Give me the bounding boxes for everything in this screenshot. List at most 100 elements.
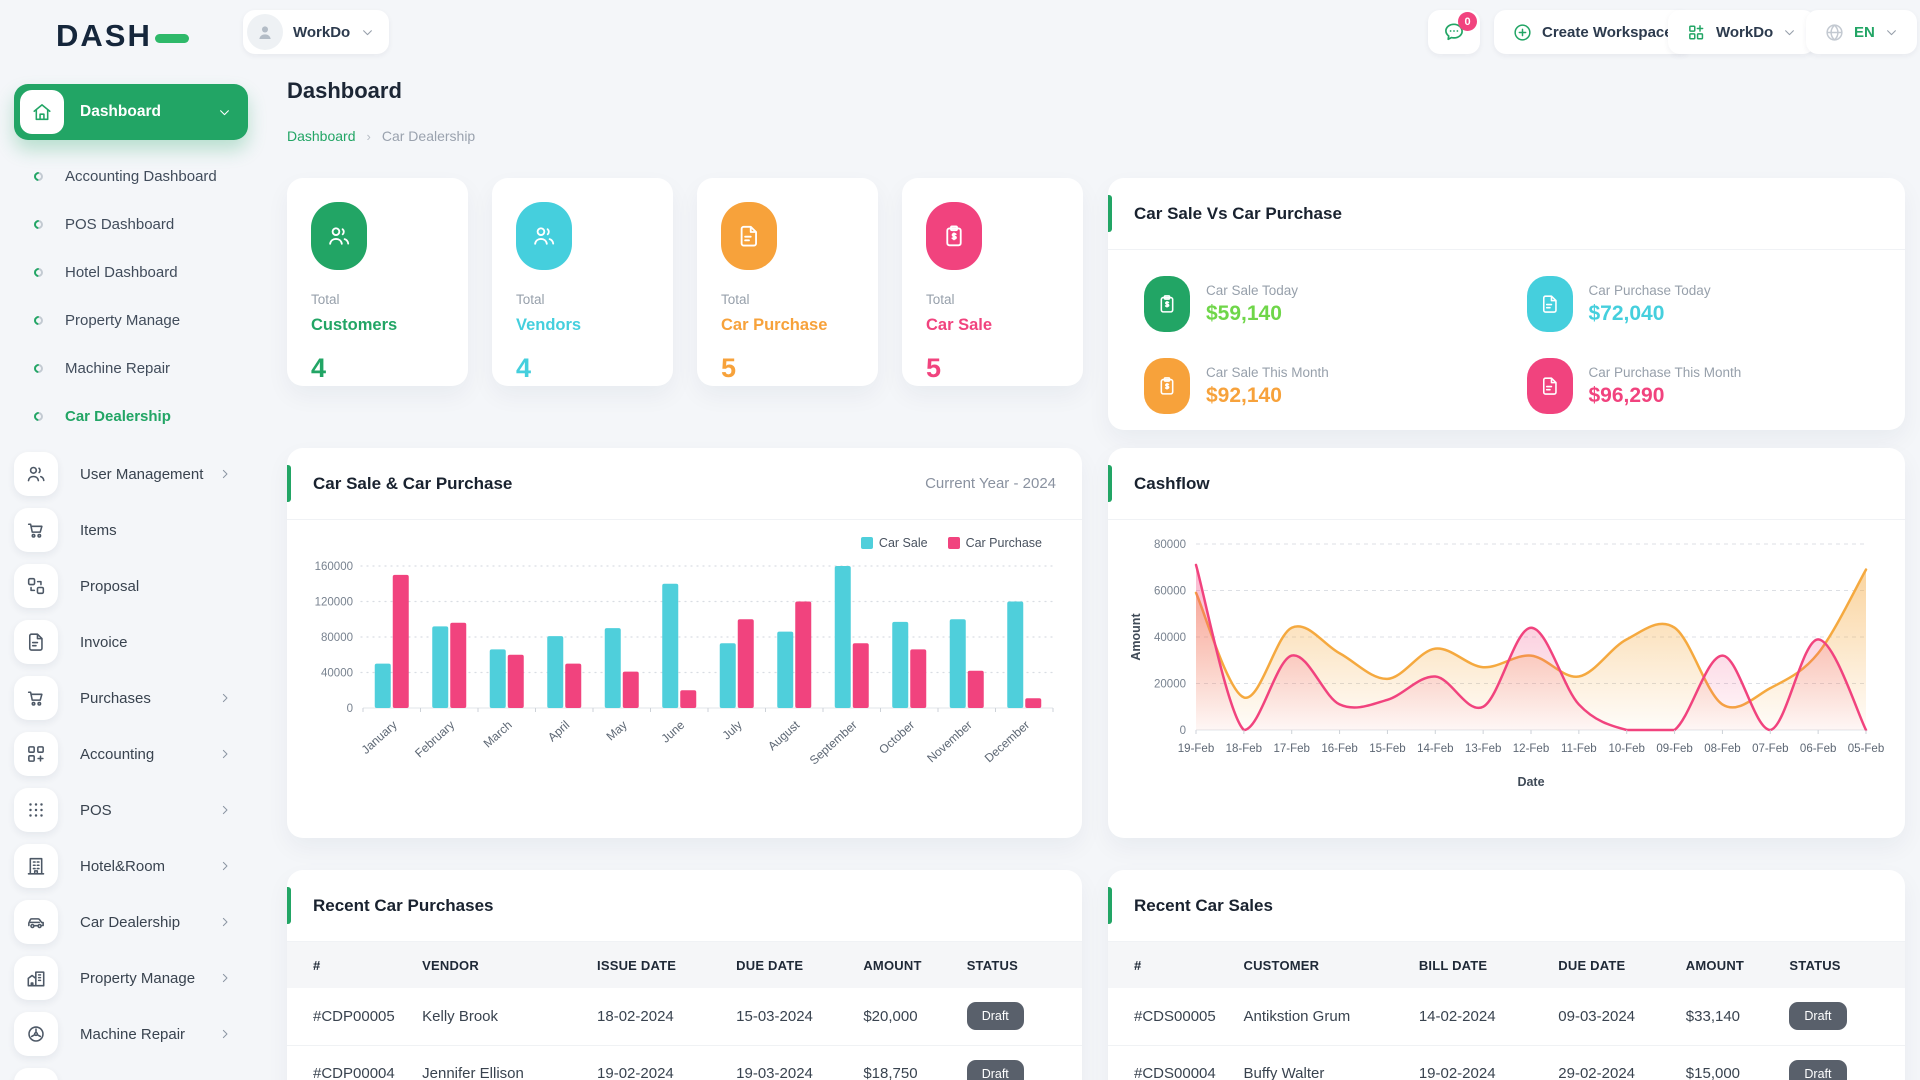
- workdo-menu-button[interactable]: WorkDo: [1668, 10, 1815, 54]
- svg-text:10-Feb: 10-Feb: [1608, 743, 1644, 755]
- sidebar-item-label: Car Dealership: [80, 914, 180, 931]
- sidebar-item-label: Purchases: [80, 690, 151, 707]
- legend-item-car-purchase[interactable]: Car Purchase: [948, 536, 1042, 550]
- property-icon-box: [14, 956, 58, 1000]
- sidebar-item-label: Accounting: [80, 746, 154, 763]
- sidebar-item-label: POS: [80, 802, 112, 819]
- sidebar-subitem-car-dealership[interactable]: Car Dealership: [0, 392, 268, 440]
- header-accent-bar: [287, 465, 291, 502]
- svg-text:05-Feb: 05-Feb: [1848, 743, 1884, 755]
- sidebar-item-accounting[interactable]: Accounting: [0, 726, 268, 782]
- sidebar-item-label: Machine Repair: [80, 1026, 185, 1043]
- invoice-icon-box: [14, 620, 58, 664]
- sidebar-item-machine-repair[interactable]: Machine Repair: [0, 1006, 268, 1062]
- sidebar-menu: User Management ItemsProposalInvoice Purch…: [0, 446, 268, 1080]
- sidebar-item-items[interactable]: Items: [0, 502, 268, 558]
- card-header: Recent Car Purchases: [287, 870, 1082, 942]
- sidebar-subitem-pos-dashboard[interactable]: POS Dashboard: [0, 200, 268, 248]
- chart-subtitle: Current Year - 2024: [925, 475, 1056, 492]
- sidebar-item-dashboard[interactable]: Dashboard: [14, 84, 248, 140]
- language-button[interactable]: EN: [1806, 10, 1917, 54]
- sidebar-subitem-accounting-dashboard[interactable]: Accounting Dashboard: [0, 152, 268, 200]
- svp-value: $72,040: [1589, 302, 1711, 326]
- messages-button[interactable]: 0: [1428, 10, 1480, 54]
- recent-sales-table: #CUSTOMERBILL DATEDUE DATEAMOUNTSTATUS #…: [1108, 942, 1905, 1080]
- legend-label: Car Sale: [879, 536, 928, 550]
- home-icon: [31, 101, 53, 123]
- sidebar-item-label: User Management: [80, 466, 203, 483]
- sidebar-subitem-label: Car Dealership: [65, 408, 171, 425]
- svg-text:September: September: [807, 718, 860, 768]
- cell: 19-02-2024: [597, 1045, 736, 1080]
- app-logo[interactable]: DASH: [56, 18, 189, 54]
- grid-dots-icon: [25, 799, 47, 821]
- calendar-icon-box: [14, 1068, 58, 1080]
- svp-grid: Car Sale Today$59,140Car Purchase Today$…: [1108, 250, 1905, 430]
- legend-swatch: [948, 537, 960, 549]
- sidebar-item-property-manage[interactable]: Property Manage: [0, 950, 268, 1006]
- cell: $20,000: [863, 988, 966, 1045]
- svg-text:August: August: [765, 717, 803, 753]
- dashboard-screen: DASH WorkDo 0 Create Workspace WorkDo EN…: [0, 0, 1920, 1080]
- sidebar-subitem-label: Hotel Dashboard: [65, 264, 178, 281]
- breadcrumb-current: Car Dealership: [382, 128, 475, 144]
- cell: #CDP00005: [287, 988, 422, 1045]
- chevron-right-icon: [218, 467, 232, 481]
- car-icon: [25, 911, 47, 933]
- chevron-right-icon: [218, 915, 232, 929]
- grid-dots-icon-box: [14, 788, 58, 832]
- sidebar-item-calender[interactable]: Calender: [0, 1062, 268, 1080]
- stat-card-vendors: TotalVendors4: [492, 178, 673, 386]
- sidebar-item-purchases[interactable]: Purchases: [0, 670, 268, 726]
- logo-dash-icon: [155, 34, 189, 43]
- svg-text:April: April: [545, 718, 572, 744]
- building-icon: [25, 855, 47, 877]
- sidebar-item-user-management[interactable]: User Management: [0, 446, 268, 502]
- svg-text:12-Feb: 12-Feb: [1513, 743, 1549, 755]
- card-title: Car Sale Vs Car Purchase: [1134, 204, 1342, 224]
- car-sale-vs-purchase-card: Car Sale Vs Car Purchase Car Sale Today$…: [1108, 178, 1905, 430]
- page-title: Dashboard: [287, 78, 402, 104]
- svg-text:08-Feb: 08-Feb: [1704, 743, 1740, 755]
- sidebar-item-pos[interactable]: POS: [0, 782, 268, 838]
- stat-label: Car Sale: [926, 316, 1059, 335]
- svg-text:February: February: [412, 718, 457, 761]
- cell: 19-02-2024: [1419, 1045, 1558, 1080]
- cell: $33,140: [1686, 988, 1790, 1045]
- column-header: DUE DATE: [736, 942, 863, 988]
- stat-value: 4: [311, 353, 444, 384]
- cell: #CDP00004: [287, 1045, 422, 1080]
- sidebar-subitem-hotel-dashboard[interactable]: Hotel Dashboard: [0, 248, 268, 296]
- column-header: CUSTOMER: [1243, 942, 1418, 988]
- breadcrumb-dashboard-link[interactable]: Dashboard: [287, 128, 356, 144]
- legend-item-car-sale[interactable]: Car Sale: [861, 536, 928, 550]
- cell: #CDS00004: [1108, 1045, 1243, 1080]
- sidebar-item-label: Property Manage: [80, 970, 195, 987]
- workspace-selector[interactable]: WorkDo: [243, 10, 389, 54]
- legend-swatch: [861, 537, 873, 549]
- chevron-right-icon: [218, 803, 232, 817]
- sidebar-subitem-property-manage[interactable]: Property Manage: [0, 296, 268, 344]
- dashboard-submenu: Accounting DashboardPOS Dashboard Hotel D…: [0, 152, 268, 440]
- svp-item-car-sale-this-month: Car Sale This Month$92,140: [1144, 358, 1487, 414]
- chevron-right-icon: [218, 859, 232, 873]
- users-icon-box: [14, 452, 58, 496]
- sidebar-item-proposal[interactable]: Proposal: [0, 558, 268, 614]
- sidebar-item-invoice[interactable]: Invoice: [0, 614, 268, 670]
- card-header: Cashflow: [1108, 448, 1905, 520]
- sidebar-item-hotel-room[interactable]: Hotel&Room: [0, 838, 268, 894]
- home-icon-box: [20, 90, 64, 134]
- app-logo-text: DASH: [56, 18, 152, 54]
- chevron-right-icon: [218, 1027, 232, 1041]
- sidebar-subitem-machine-repair[interactable]: Machine Repair: [0, 344, 268, 392]
- card-title: Cashflow: [1134, 474, 1210, 494]
- sidebar-item-car-dealership[interactable]: Car Dealership: [0, 894, 268, 950]
- status-badge: Draft: [1789, 1002, 1846, 1030]
- svg-text:17-Feb: 17-Feb: [1273, 743, 1309, 755]
- create-workspace-button[interactable]: Create Workspace: [1494, 10, 1691, 54]
- svg-text:March: March: [481, 718, 515, 751]
- svp-value: $59,140: [1206, 302, 1298, 326]
- card-title: Recent Car Sales: [1134, 896, 1273, 916]
- stat-value: 5: [721, 353, 854, 384]
- svg-text:20000: 20000: [1154, 679, 1186, 691]
